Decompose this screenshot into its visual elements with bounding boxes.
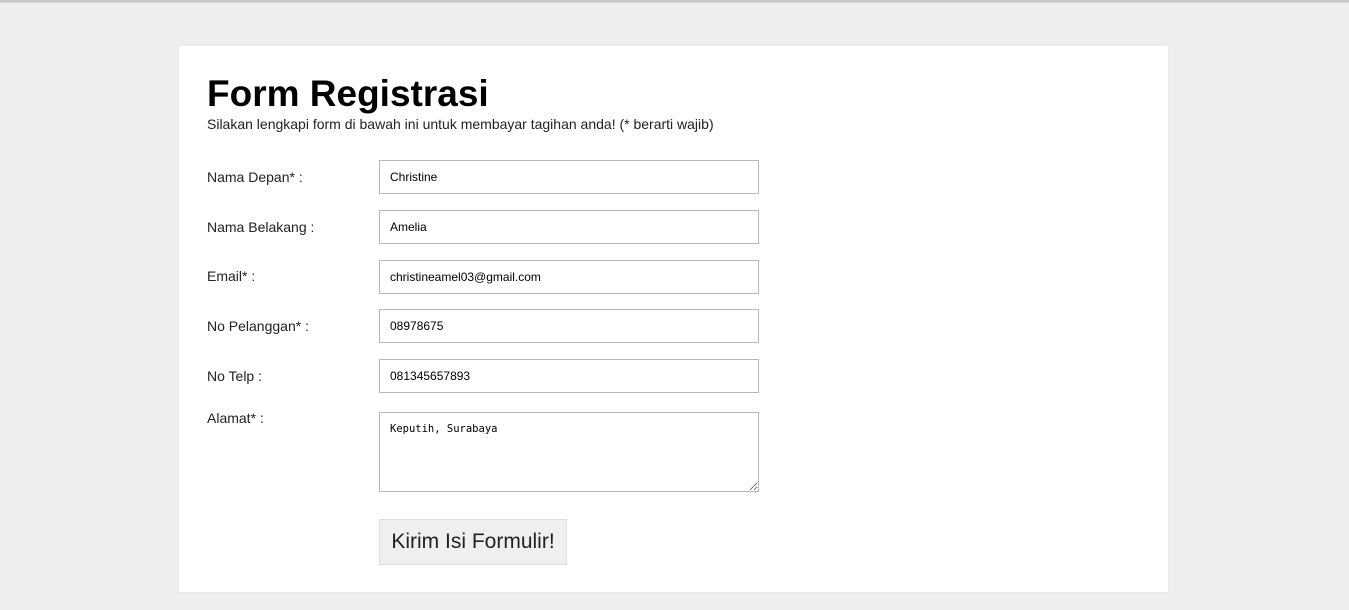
submit-form-button[interactable]: Kirim Isi Formulir! <box>379 519 567 565</box>
registration-form-card: Form Registrasi Silakan lengkapi form di… <box>179 46 1168 592</box>
first-name-input[interactable] <box>379 160 759 194</box>
email-label: Email* : <box>207 268 256 284</box>
page-title: Form Registrasi <box>207 73 489 114</box>
first-name-label: Nama Depan* : <box>207 169 303 185</box>
window-top-border <box>0 0 1349 3</box>
last-name-input[interactable] <box>379 210 759 244</box>
customer-number-input[interactable] <box>379 309 759 343</box>
address-textarea[interactable]: Keputih, Surabaya <box>379 412 759 492</box>
form-instructions: Silakan lengkapi form di bawah ini untuk… <box>207 116 714 132</box>
email-input[interactable] <box>379 260 759 294</box>
phone-label: No Telp : <box>207 368 262 384</box>
address-label: Alamat* : <box>207 410 264 426</box>
customer-number-label: No Pelanggan* : <box>207 318 309 334</box>
phone-input[interactable] <box>379 359 759 393</box>
last-name-label: Nama Belakang : <box>207 219 315 235</box>
